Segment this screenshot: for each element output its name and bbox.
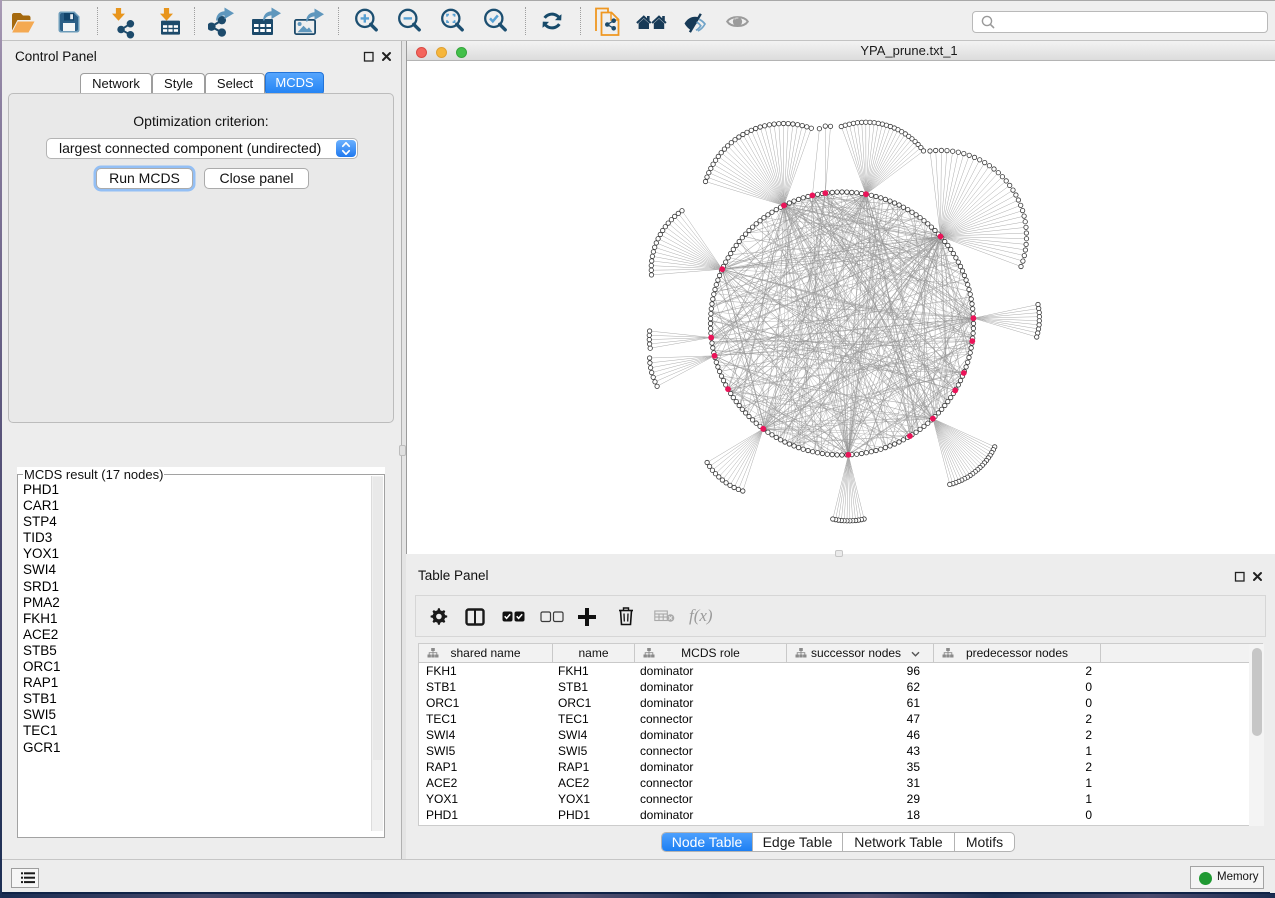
svg-text:f(x): f(x)	[689, 606, 713, 625]
